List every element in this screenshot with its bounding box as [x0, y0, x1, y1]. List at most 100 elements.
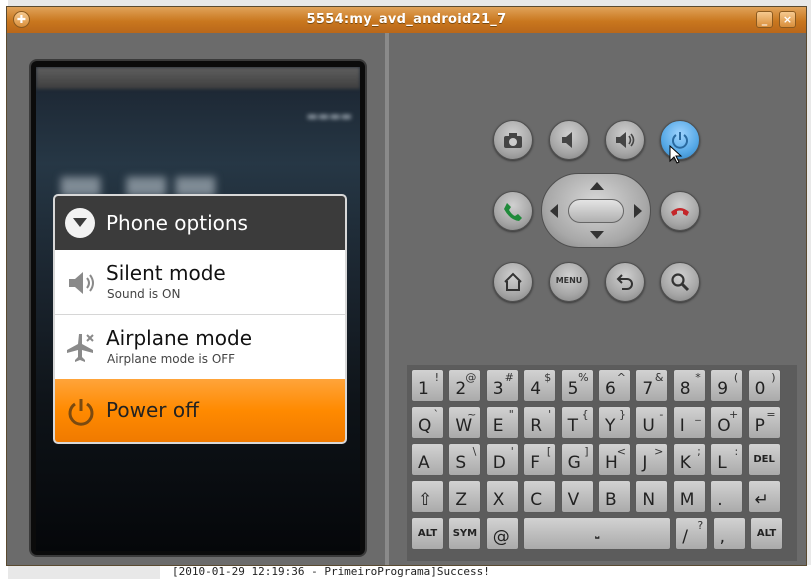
menu-button[interactable]: MENU: [549, 262, 589, 302]
key-space[interactable]: ⎵: [523, 517, 672, 550]
key-4[interactable]: 4 $: [523, 369, 557, 402]
key-c[interactable]: C: [523, 480, 557, 513]
key-i[interactable]: I _: [672, 406, 706, 439]
key-x[interactable]: X: [485, 480, 519, 513]
key-z[interactable]: Z: [448, 480, 482, 513]
key-label: 1: [418, 379, 429, 399]
minimize-button[interactable]: _: [756, 11, 773, 28]
key-sym[interactable]: ,: [712, 517, 746, 550]
key-label: 6: [605, 379, 616, 399]
key-m[interactable]: M: [672, 480, 706, 513]
option-silent-mode[interactable]: Silent mode Sound is ON: [55, 250, 345, 315]
key-d[interactable]: D ': [485, 443, 519, 476]
key-sym[interactable]: /?: [675, 517, 709, 550]
key-alt-label: $: [544, 371, 552, 384]
key-a[interactable]: A: [411, 443, 444, 476]
status-bar: [36, 67, 360, 89]
option-power-off[interactable]: Power off: [55, 379, 345, 442]
key-alt-label: -: [659, 408, 664, 421]
key-alt-label: :: [734, 445, 739, 458]
key-2[interactable]: 2 @: [448, 369, 482, 402]
key-w[interactable]: W ~: [448, 406, 482, 439]
key-s[interactable]: S \: [448, 443, 482, 476]
back-button[interactable]: [605, 262, 645, 302]
dpad-center-button[interactable]: [568, 199, 624, 223]
key-sym[interactable]: @: [485, 517, 519, 550]
key-3[interactable]: 3 #: [485, 369, 519, 402]
home-icon: [504, 272, 522, 291]
option-airplane-mode[interactable]: Airplane mode Airplane mode is OFF: [55, 315, 345, 379]
key-label: E: [492, 416, 504, 436]
mouse-cursor-icon: [669, 145, 683, 164]
key-0[interactable]: 0): [747, 369, 781, 402]
call-icon: [504, 203, 522, 221]
key-del[interactable]: DEL: [747, 443, 781, 476]
key-h[interactable]: H <: [598, 443, 631, 476]
key-n[interactable]: N: [635, 480, 669, 513]
dpad[interactable]: [541, 173, 651, 248]
emulator-body: ▬▬▬▬ ▬ ▬▬ Phone options Silent mode Soun…: [7, 33, 806, 565]
key-7[interactable]: 7 &: [635, 369, 669, 402]
dpad-left-icon[interactable]: [550, 204, 558, 218]
key-alt-label: [: [546, 445, 552, 458]
key-f[interactable]: F[: [523, 443, 557, 476]
key-y[interactable]: Y}: [598, 406, 631, 439]
key-label: DEL: [753, 454, 775, 465]
key-l[interactable]: L:: [710, 443, 744, 476]
volume-down-button[interactable]: [549, 120, 589, 160]
key-alt[interactable]: ALT: [411, 517, 444, 550]
key-label: D: [492, 453, 506, 473]
key-sym[interactable]: .: [710, 480, 744, 513]
volume-up-button[interactable]: [605, 120, 645, 160]
key-label: K: [679, 453, 691, 473]
search-button[interactable]: [660, 262, 700, 302]
operator-label-blurred: ▬▬▬▬: [306, 109, 352, 123]
key-label: I: [679, 416, 685, 436]
key-q[interactable]: Q `: [411, 406, 444, 439]
key-alt-label: ]: [584, 445, 589, 458]
key-alt-label: +: [728, 408, 739, 421]
dpad-up-icon[interactable]: [590, 182, 604, 190]
key-alt-label: \: [472, 445, 477, 458]
key-r[interactable]: R ': [523, 406, 557, 439]
dpad-right-icon[interactable]: [634, 204, 642, 218]
call-button[interactable]: [493, 191, 533, 231]
key-label: ALT: [417, 528, 438, 539]
search-icon: [671, 273, 690, 292]
key-label: B: [605, 490, 617, 510]
key-6[interactable]: 6 ^: [598, 369, 631, 402]
key-label: Z: [455, 490, 468, 510]
key-sym[interactable]: ⇧: [411, 480, 444, 513]
key-sym[interactable]: ↵: [747, 480, 781, 513]
key-t[interactable]: T{: [560, 406, 594, 439]
dpad-down-icon[interactable]: [590, 231, 604, 239]
end-call-icon: [671, 208, 689, 216]
key-e[interactable]: E ": [485, 406, 519, 439]
key-1[interactable]: 1!: [411, 369, 444, 402]
key-5[interactable]: 5%: [560, 369, 594, 402]
key-alt-label: ?: [697, 519, 704, 532]
end-call-button[interactable]: [660, 191, 700, 231]
key-label: S: [455, 453, 467, 473]
key-v[interactable]: V: [560, 480, 594, 513]
key-u[interactable]: U-: [635, 406, 669, 439]
camera-button[interactable]: [493, 120, 533, 160]
key-sym[interactable]: SYM: [448, 517, 482, 550]
key-alt[interactable]: ALT: [750, 517, 783, 550]
key-p[interactable]: P =: [747, 406, 781, 439]
key-alt-label: ~: [467, 408, 477, 421]
key-8[interactable]: 8 *: [672, 369, 706, 402]
key-j[interactable]: J >: [635, 443, 669, 476]
key-label: 9: [717, 379, 729, 399]
option-title: Power off: [106, 398, 199, 422]
key-label: N: [642, 490, 656, 510]
key-label: A: [418, 453, 430, 473]
key-9[interactable]: 9(: [710, 369, 744, 402]
key-b[interactable]: B: [598, 480, 631, 513]
close-button[interactable]: ×: [779, 11, 796, 28]
home-button[interactable]: [493, 262, 533, 302]
key-g[interactable]: G]: [560, 443, 594, 476]
key-k[interactable]: K;: [672, 443, 706, 476]
key-o[interactable]: O +: [710, 406, 744, 439]
key-label: Q: [418, 416, 432, 436]
